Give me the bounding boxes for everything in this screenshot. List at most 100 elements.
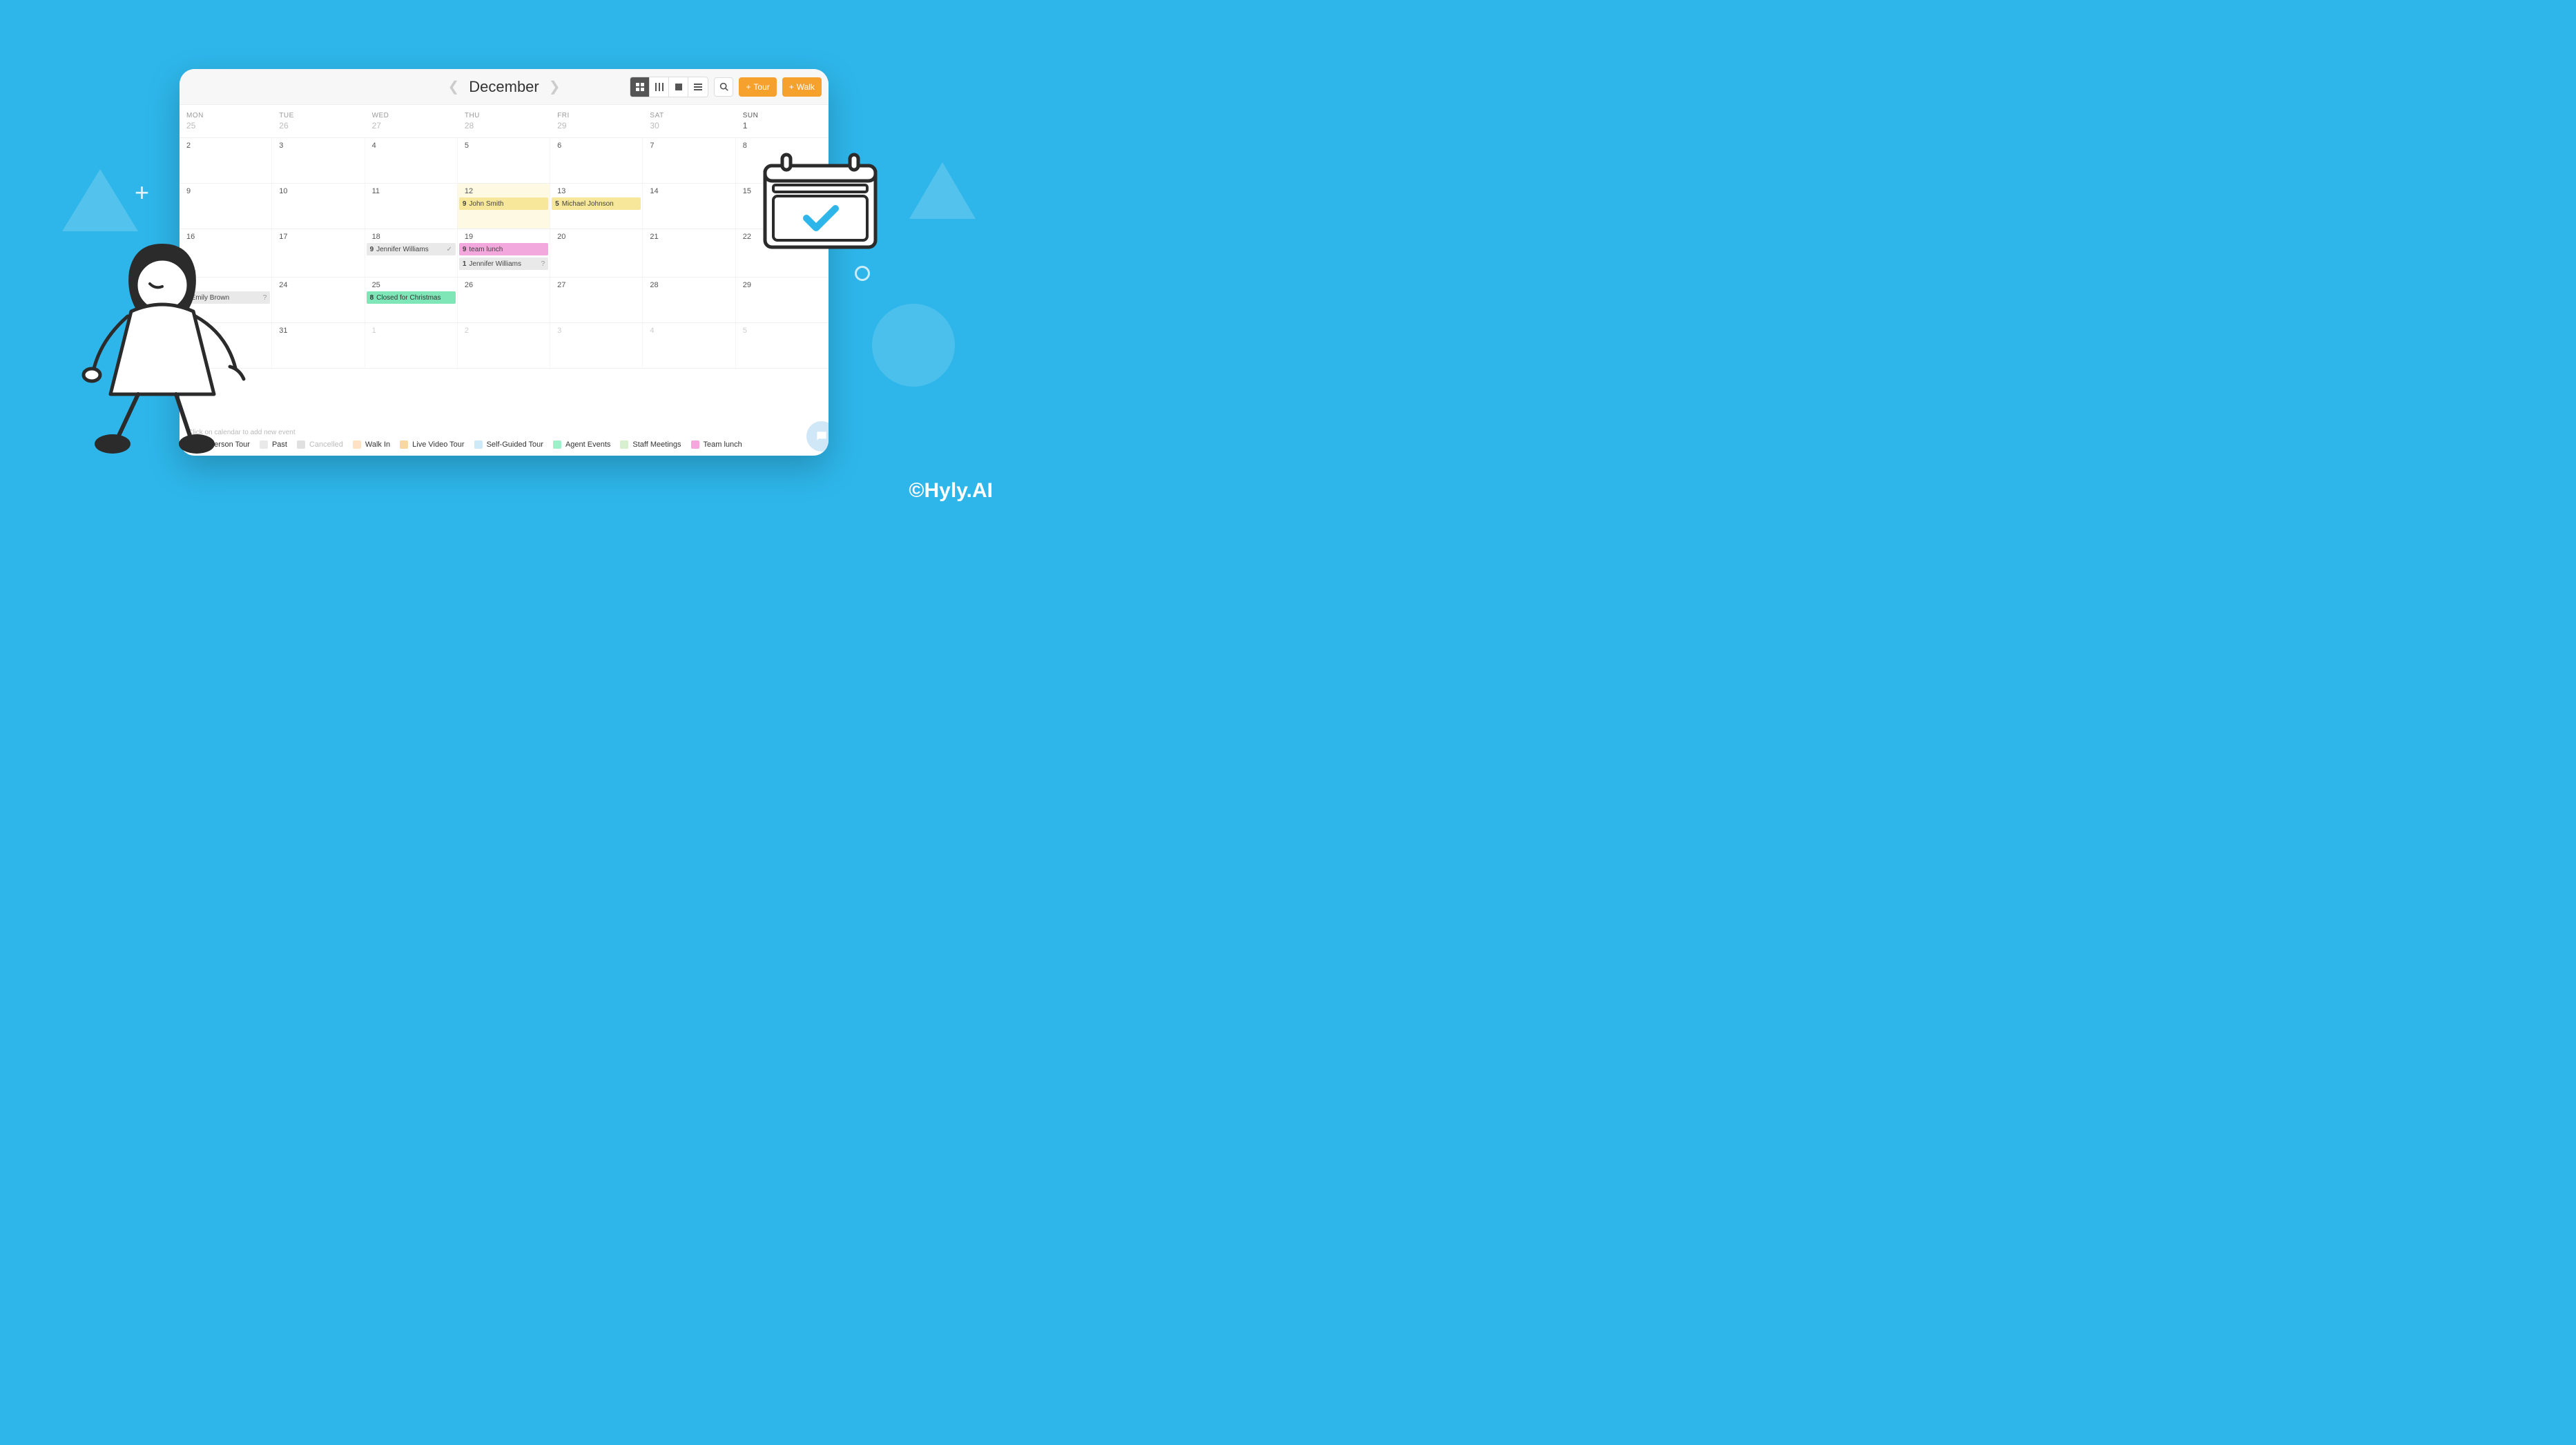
day-label: WED	[365, 105, 458, 121]
event-john-smith[interactable]: 9 John Smith	[459, 197, 548, 210]
legend-label: Agent Events	[565, 440, 610, 449]
date-number: 6	[550, 142, 642, 150]
event-michael-johnson[interactable]: 5 Michael Johnson	[552, 197, 641, 210]
day-cell[interactable]: 26	[458, 278, 550, 322]
day-cell[interactable]: 3	[272, 138, 365, 183]
date-number: 11	[365, 187, 457, 195]
day-cell[interactable]: 2	[180, 138, 272, 183]
legend-swatch	[400, 440, 408, 449]
day-cell[interactable]: 17	[272, 229, 365, 277]
view-switcher	[630, 77, 708, 97]
date-number: 5	[458, 142, 550, 150]
date-number: 24	[272, 281, 364, 289]
calendar-check-illustration	[758, 151, 882, 254]
view-day-button[interactable]	[669, 77, 688, 97]
legend-swatch	[553, 440, 561, 449]
bg-circle-filled	[872, 304, 955, 387]
date-number: 3	[550, 327, 642, 335]
legend-item: Self-Guided Tour	[474, 440, 543, 449]
view-columns-button[interactable]	[650, 77, 669, 97]
legend-item: Staff Meetings	[620, 440, 681, 449]
legend-label: Cancelled	[309, 440, 343, 449]
event-team-lunch[interactable]: 9 team lunch	[459, 243, 548, 255]
bg-triangle-right	[909, 162, 976, 219]
next-month-button[interactable]: ❯	[549, 78, 561, 95]
event-label: Michael Johnson	[562, 200, 614, 208]
day-cell[interactable]: 9	[180, 184, 272, 229]
add-tour-button[interactable]: + Tour	[739, 77, 776, 97]
tour-button-label: Tour	[753, 82, 769, 92]
search-button[interactable]	[714, 77, 733, 97]
legend-hint: Click on calendar to add new event	[188, 429, 820, 436]
day-cell[interactable]: 14	[643, 184, 735, 229]
search-icon	[719, 82, 728, 91]
day-cell[interactable]: 1	[365, 323, 458, 368]
question-icon: ?	[541, 260, 545, 268]
day-cell[interactable]: 12 9 John Smith	[458, 184, 550, 229]
event-label: team lunch	[469, 246, 503, 253]
legend-label: Walk In	[365, 440, 390, 449]
event-jennifer-williams[interactable]: 1 Jennifer Williams ?	[459, 258, 548, 270]
header-actions: + Tour + Walk	[630, 77, 822, 97]
week-row: 30 31 1 2 3 4 5	[180, 323, 829, 369]
date-number: 5	[736, 327, 829, 335]
day-cell[interactable]: 27	[550, 278, 643, 322]
date-number: 27	[550, 281, 642, 289]
day-cell[interactable]: 2	[458, 323, 550, 368]
day-cell[interactable]: 20	[550, 229, 643, 277]
day-cell[interactable]: 18 9 Jennifer Williams ✓	[365, 229, 458, 277]
day-label: SAT	[643, 105, 735, 121]
event-count: 9	[463, 246, 467, 253]
day-label: FRI	[550, 105, 643, 121]
day-cell[interactable]: 28	[643, 278, 735, 322]
day-header-row: MON25 TUE26 WED27 THU28 FRI29 SAT30 SUN1	[180, 105, 829, 138]
plus-icon: +	[789, 82, 794, 92]
legend-swatch	[620, 440, 628, 449]
date-number: 7	[643, 142, 735, 150]
date-number: 18	[365, 233, 457, 241]
day-cell[interactable]: 29	[736, 278, 829, 322]
list-icon	[694, 84, 702, 90]
day-cell[interactable]: 24	[272, 278, 365, 322]
day-cell[interactable]: 5	[736, 323, 829, 368]
view-list-button[interactable]	[688, 77, 708, 97]
date-number: 29	[736, 281, 829, 289]
date-number: 8	[736, 142, 829, 150]
add-walk-button[interactable]: + Walk	[782, 77, 822, 97]
copyright: ©Hyly.AI	[909, 479, 993, 503]
date-number: 19	[458, 233, 550, 241]
prev-month-button[interactable]: ❮	[447, 78, 459, 95]
day-cell[interactable]: 25 8 Closed for Christmas	[365, 278, 458, 322]
day-cell[interactable]: 3	[550, 323, 643, 368]
day-cell[interactable]: 13 5 Michael Johnson	[550, 184, 643, 229]
day-date: 30	[643, 121, 735, 137]
day-cell[interactable]: 5	[458, 138, 550, 183]
day-cell[interactable]: 6	[550, 138, 643, 183]
legend-label: Staff Meetings	[632, 440, 681, 449]
person-illustration	[72, 237, 252, 468]
day-date: 25	[180, 121, 272, 137]
date-number: 28	[643, 281, 735, 289]
legend-label: Past	[272, 440, 287, 449]
day-date: 1	[736, 121, 829, 137]
legend-item: Agent Events	[553, 440, 610, 449]
event-jennifer-williams[interactable]: 9 Jennifer Williams ✓	[367, 243, 456, 255]
day-cell[interactable]: 4	[365, 138, 458, 183]
square-icon	[675, 84, 682, 90]
day-cell[interactable]: 19 9 team lunch 1 Jennifer Williams ?	[458, 229, 550, 277]
day-cell[interactable]: 10	[272, 184, 365, 229]
day-cell[interactable]: 21	[643, 229, 735, 277]
day-cell[interactable]: 11	[365, 184, 458, 229]
day-cell[interactable]: 4	[643, 323, 735, 368]
legend-item: Past	[260, 440, 287, 449]
date-number: 13	[550, 187, 642, 195]
date-number: 26	[458, 281, 550, 289]
event-label: Closed for Christmas	[376, 294, 440, 302]
event-closed-christmas[interactable]: 8 Closed for Christmas	[367, 291, 456, 304]
day-cell[interactable]: 31	[272, 323, 365, 368]
legend-label: Team lunch	[704, 440, 742, 449]
date-number: 31	[272, 327, 364, 335]
view-grid-button[interactable]	[630, 77, 650, 97]
day-cell[interactable]: 7	[643, 138, 735, 183]
columns-icon	[655, 83, 664, 91]
